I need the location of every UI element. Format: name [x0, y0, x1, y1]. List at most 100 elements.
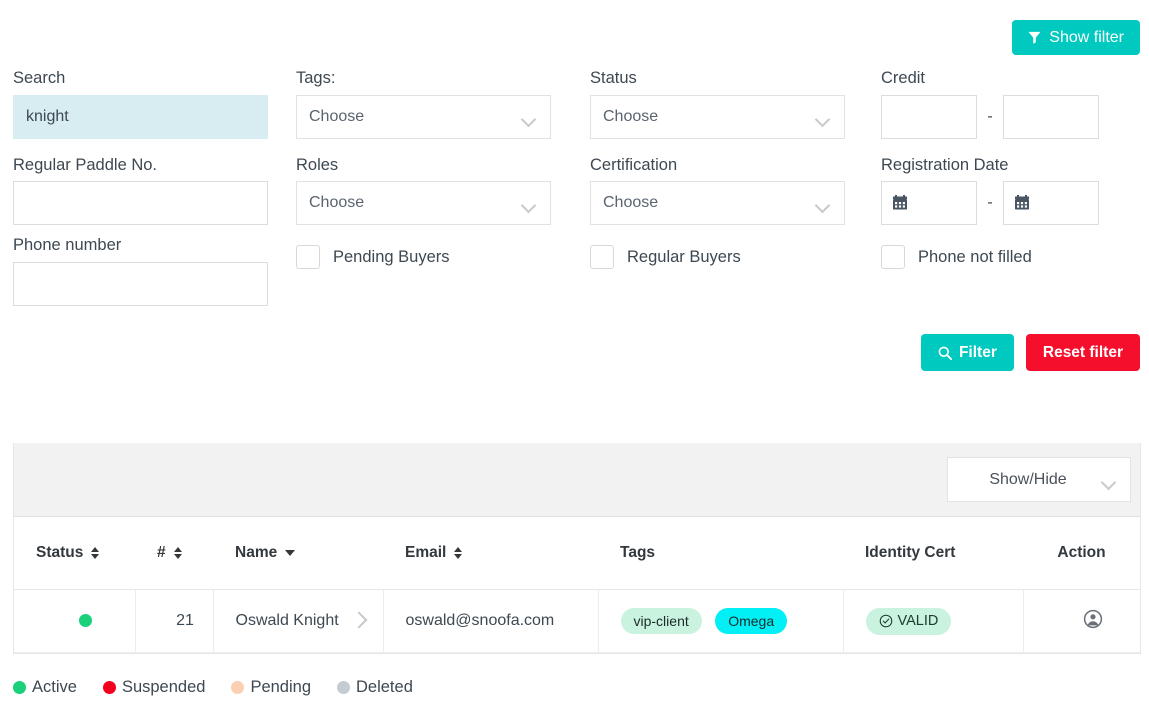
filter-field-credit: Credit - — [881, 70, 1136, 139]
column-header-email[interactable]: Email — [383, 517, 598, 590]
credit-to-input[interactable] — [1003, 94, 1099, 139]
chevron-down-icon — [817, 114, 830, 122]
sort-both-icon — [91, 546, 100, 560]
column-header-identity-cert: Identity Cert — [843, 517, 1023, 590]
cell-email: oswald@snoofa.com — [383, 589, 599, 653]
tags-select[interactable]: Choose — [296, 94, 551, 139]
filter-button-label: Filter — [958, 343, 997, 361]
column-header-number-label: # — [157, 544, 166, 561]
filter-field-search: Search — [13, 70, 268, 139]
chevron-down-icon — [523, 114, 536, 122]
legend-item-suspended: Suspended — [102, 678, 206, 697]
legend-item-active: Active — [13, 678, 77, 697]
certification-select-value: Choose — [603, 194, 659, 211]
status-select-value: Choose — [603, 107, 659, 125]
legend-dot — [337, 681, 350, 694]
roles-select-value: Choose — [309, 194, 365, 211]
show-filter-label: Show filter — [1049, 28, 1124, 46]
roles-select[interactable]: Choose — [296, 181, 551, 225]
row-name-text: Oswald Knight — [235, 612, 339, 629]
chevron-right-icon — [350, 611, 368, 629]
filter-field-phone: Phone number — [13, 237, 268, 306]
credit-range-separator: - — [987, 107, 993, 125]
status-label: Status — [590, 69, 637, 87]
cell-number: 21 — [135, 589, 214, 653]
tag-chip[interactable]: vip-client — [620, 608, 702, 634]
check-circle-icon — [879, 614, 892, 628]
show-hide-label: Show/Hide — [989, 470, 1067, 488]
paddle-input[interactable] — [13, 181, 268, 225]
filter-field-registration-date: Registration Date - — [881, 155, 1136, 225]
filter-row-1: Search Tags: Choose Status Choose Credit… — [13, 70, 1141, 139]
sort-both-icon — [173, 546, 183, 560]
filter-panel: Search Tags: Choose Status Choose Credit… — [13, 70, 1141, 306]
filter-checkbox-phone-not-filled: Phone not filled — [881, 237, 1136, 306]
column-header-name[interactable]: Name — [213, 517, 383, 590]
column-header-tags: Tags — [598, 517, 843, 590]
column-header-action: Action — [1023, 517, 1140, 590]
user-circle-icon[interactable] — [1083, 609, 1103, 629]
toolbar: Show filter — [0, 0, 1149, 66]
filter-button[interactable]: Filter — [920, 334, 1014, 371]
filter-field-status: Status Choose — [590, 70, 845, 139]
credit-label: Credit — [881, 69, 926, 87]
legend-item-deleted: Deleted — [337, 678, 413, 697]
cell-name[interactable]: Oswald Knight — [213, 589, 384, 653]
sort-both-icon — [454, 546, 463, 560]
search-input[interactable] — [13, 94, 268, 139]
filter-row-2: Regular Paddle No. Roles Choose Certific… — [13, 155, 1141, 225]
filter-field-certification: Certification Choose — [590, 156, 845, 225]
pending-buyers-checkbox[interactable] — [296, 245, 320, 269]
phone-not-filled-label: Phone not filled — [918, 247, 1032, 266]
regular-buyers-checkbox[interactable] — [590, 245, 614, 269]
status-select[interactable]: Choose — [590, 94, 845, 139]
reset-filter-button-label: Reset filter — [1042, 343, 1123, 361]
filter-field-roles: Roles Choose — [296, 155, 551, 225]
reset-filter-button[interactable]: Reset filter — [1025, 334, 1140, 371]
legend-label: Active — [32, 678, 77, 696]
roles-label: Roles — [296, 155, 339, 174]
show-hide-columns-dropdown[interactable]: Show/Hide — [947, 457, 1131, 502]
legend-dot — [102, 681, 116, 694]
legend-item-pending: Pending — [231, 678, 311, 697]
filter-actions: Filter Reset filter — [920, 334, 1140, 371]
status-legend: Active Suspended Pending Deleted — [13, 678, 439, 697]
table-row[interactable]: 21 Oswald Knight oswald@snoofa.com vip-c… — [14, 589, 1140, 653]
tag-chip[interactable]: Omega — [715, 608, 788, 634]
registration-date-label: Registration Date — [881, 155, 1009, 174]
chevron-down-icon — [1103, 477, 1116, 485]
filter-field-paddle: Regular Paddle No. — [13, 155, 268, 225]
registration-date-to-input[interactable] — [1003, 181, 1099, 225]
paddle-label: Regular Paddle No. — [13, 155, 158, 174]
registration-date-from-input[interactable] — [881, 181, 977, 225]
cell-action — [1023, 589, 1140, 653]
tags-label: Tags: — [296, 69, 336, 87]
phone-not-filled-checkbox[interactable] — [881, 245, 905, 269]
legend-label: Suspended — [121, 678, 206, 696]
sort-descending-icon — [285, 546, 296, 560]
column-header-number[interactable]: # — [135, 517, 213, 590]
status-dot — [78, 614, 92, 628]
filter-checkbox-regular-buyers: Regular Buyers — [590, 237, 845, 306]
results-table: Status # Name Email Tags Identity Cert A… — [14, 517, 1140, 653]
cell-status — [14, 589, 136, 653]
legend-label: Pending — [250, 678, 311, 696]
identity-cert-label: VALID — [897, 613, 939, 629]
phone-input[interactable] — [13, 261, 268, 306]
certification-select[interactable]: Choose — [590, 181, 845, 225]
column-header-tags-label: Tags — [620, 544, 656, 561]
credit-from-input[interactable] — [881, 94, 977, 139]
search-icon — [938, 346, 952, 360]
chevron-down-icon — [523, 200, 536, 208]
credit-range: - — [881, 94, 1136, 139]
calendar-icon — [893, 195, 907, 210]
column-header-identity-cert-label: Identity Cert — [865, 544, 956, 561]
chevron-down-icon — [817, 200, 830, 208]
show-filter-button[interactable]: Show filter — [1012, 20, 1140, 55]
table-header-row: Status # Name Email Tags Identity Cert A… — [14, 517, 1140, 590]
cell-tags: vip-client Omega — [598, 589, 844, 653]
legend-dot — [13, 681, 26, 694]
cell-identity-cert: VALID — [843, 589, 1024, 653]
column-header-status[interactable]: Status — [14, 517, 135, 590]
legend-dot — [231, 681, 245, 694]
